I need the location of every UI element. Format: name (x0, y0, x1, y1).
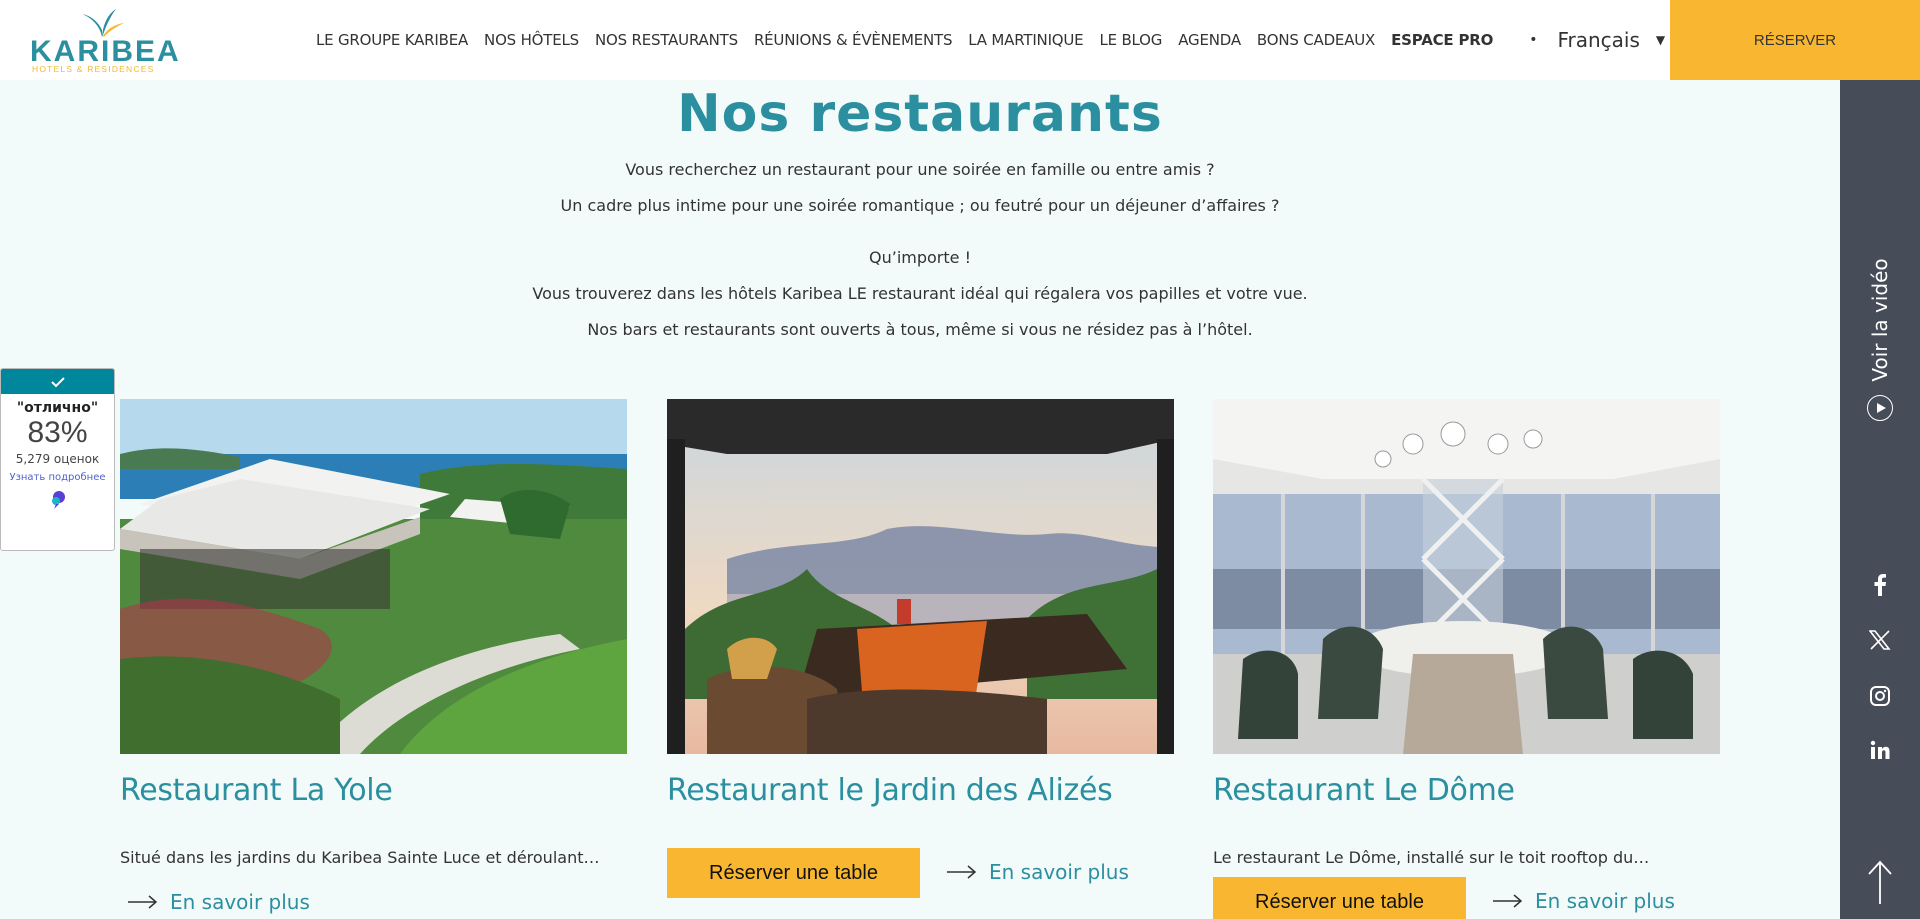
restaurant-name[interactable]: Restaurant La Yole (120, 773, 393, 808)
play-icon[interactable] (1867, 395, 1893, 421)
right-sidebar: Voir la vidéo (1840, 80, 1920, 919)
more-link[interactable]: En savoir plus (1493, 889, 1675, 913)
more-link-label: En savoir plus (170, 890, 310, 914)
x-icon[interactable] (1865, 625, 1895, 655)
instagram-icon[interactable] (1865, 681, 1895, 711)
arrow-right-icon (1493, 894, 1523, 908)
reserve-button[interactable]: RÉSERVER (1670, 0, 1920, 80)
rating-count: 5,279 оценок (15, 452, 100, 466)
book-table-button[interactable]: Réserver une table (1213, 877, 1466, 919)
restaurant-card: Restaurant La Yole Situé dans les jardin… (120, 399, 627, 914)
nav-item-reunions[interactable]: RÉUNIONS & ÉVÈNEMENTS (754, 31, 953, 49)
more-link[interactable]: En savoir plus (128, 890, 310, 914)
more-link-label: En savoir plus (1535, 889, 1675, 913)
karibea-logo[interactable]: KARIBEA HOTELS & RESIDENCES (30, 8, 179, 74)
rating-more-link[interactable]: Узнать подробнее (1, 470, 114, 486)
linkedin-icon[interactable] (1865, 735, 1895, 765)
logo-subtitle: HOTELS & RESIDENCES (32, 64, 155, 74)
restaurant-card: Restaurant Le Dôme Le restaurant Le Dôme… (1213, 399, 1720, 919)
rating-band (1, 369, 114, 394)
caret-down-icon: ▼ (1655, 33, 1666, 47)
restaurant-photo-la-yole[interactable] (120, 399, 627, 754)
nav-separator: • (1529, 32, 1538, 48)
facebook-icon[interactable] (1865, 570, 1895, 600)
nav-item-restaurants[interactable]: NOS RESTAURANTS (595, 31, 738, 49)
location-pin-icon (1, 490, 114, 514)
rating-widget[interactable]: "отлично" 83% 5,279 оценок Узнать подроб… (0, 368, 115, 551)
intro-line: Un cadre plus intime pour une soirée rom… (560, 196, 1280, 215)
intro-line: Vous recherchez un restaurant pour une s… (625, 160, 1215, 179)
nav-item-agenda[interactable]: AGENDA (1178, 31, 1241, 49)
more-link[interactable]: En savoir plus (947, 860, 1129, 884)
more-link-label: En savoir plus (989, 860, 1129, 884)
scroll-to-top-icon[interactable] (1867, 860, 1893, 905)
nav-item-hotels[interactable]: NOS HÔTELS (484, 31, 579, 49)
language-label: Français (1557, 28, 1640, 52)
restaurant-name[interactable]: Restaurant Le Dôme (1213, 773, 1515, 808)
palm-leaf-icon (82, 9, 124, 37)
nav-item-groupe[interactable]: LE GROUPE KARIBEA (316, 31, 468, 49)
restaurant-description: Situé dans les jardins du Karibea Sainte… (120, 848, 600, 867)
page-title: Nos restaurants (677, 84, 1163, 144)
nav-item-espace-pro[interactable]: ESPACE PRO (1391, 31, 1493, 49)
intro-line: Vous trouverez dans les hôtels Karibea L… (532, 284, 1308, 303)
restaurant-photo-jardin-des-alizes[interactable] (667, 399, 1174, 754)
checkmark-icon (50, 376, 65, 387)
nav-item-martinique[interactable]: LA MARTINIQUE (968, 31, 1083, 49)
language-select[interactable]: Français ▼ (1557, 28, 1665, 52)
rating-percent: 83% (27, 416, 88, 449)
restaurant-description: Le restaurant Le Dôme, installé sur le t… (1213, 848, 1650, 867)
arrow-right-icon (947, 865, 977, 879)
arrow-right-icon (128, 895, 158, 909)
nav-item-blog[interactable]: LE BLOG (1099, 31, 1162, 49)
restaurant-card: Restaurant le Jardin des Alizés Réserver… (667, 399, 1174, 898)
restaurant-name[interactable]: Restaurant le Jardin des Alizés (667, 773, 1113, 808)
nav-item-bons-cadeaux[interactable]: BONS CADEAUX (1257, 31, 1375, 49)
main-nav: LE GROUPE KARIBEA NOS HÔTELS NOS RESTAUR… (316, 0, 1665, 80)
watch-video-link[interactable]: Voir la vidéo (1868, 258, 1892, 381)
rating-word: "отлично" (16, 400, 99, 416)
book-table-button[interactable]: Réserver une table (667, 848, 920, 898)
site-header: KARIBEA HOTELS & RESIDENCES LE GROUPE KA… (0, 0, 1920, 80)
intro-line: Qu’importe ! (869, 248, 971, 267)
intro-line: Nos bars et restaurants sont ouverts à t… (587, 320, 1253, 339)
restaurant-photo-le-dome[interactable] (1213, 399, 1720, 754)
